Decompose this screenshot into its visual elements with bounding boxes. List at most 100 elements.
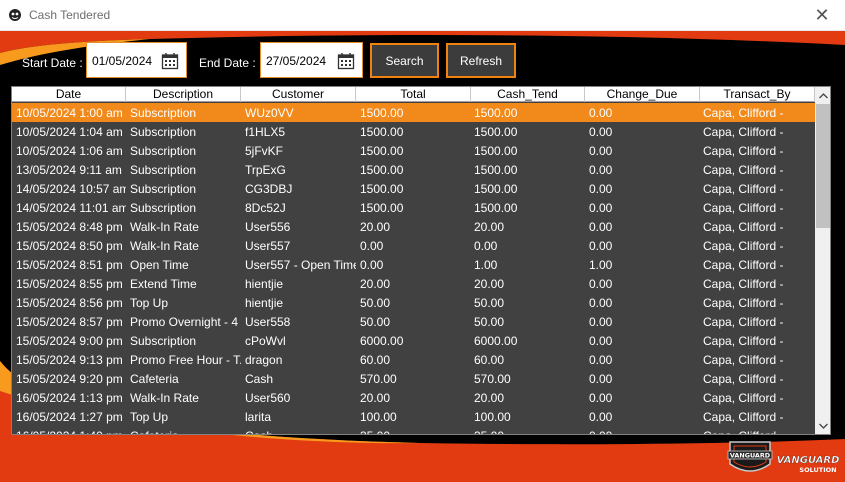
cell-total: 50.00 bbox=[360, 315, 391, 329]
calendar-icon[interactable] bbox=[337, 52, 355, 70]
cell-total: 0.00 bbox=[360, 239, 384, 253]
cell-transact-by: Capa, Clifford - bbox=[703, 391, 784, 405]
cell-customer: WUz0VV bbox=[245, 106, 294, 120]
table-row[interactable]: 16/05/2024 1:27 pm Top Up larita 100.00 100.… bbox=[12, 407, 815, 426]
cell-transact-by: Capa, Clifford - bbox=[703, 144, 784, 158]
cell-description: Subscription bbox=[130, 334, 197, 348]
cell-total: 1500.00 bbox=[360, 182, 404, 196]
grid-header: Date Description Customer Total Cash_Ten… bbox=[12, 87, 815, 102]
cell-description: Walk-In Rate bbox=[130, 239, 199, 253]
table-row[interactable]: 14/05/2024 10:57 am Subscription CG3DBJ 150… bbox=[12, 179, 815, 198]
transactions-grid[interactable]: Date Description Customer Total Cash_Ten… bbox=[11, 86, 831, 435]
close-icon: ✕ bbox=[814, 5, 830, 26]
cell-total: 0.00 bbox=[360, 258, 384, 272]
cell-transact-by: Capa, Clifford - bbox=[703, 125, 784, 139]
cell-customer: hientjie bbox=[245, 277, 284, 291]
cell-customer: hientjie bbox=[245, 296, 284, 310]
table-row[interactable]: 13/05/2024 9:11 am Subscription TrpExG 1500… bbox=[12, 160, 815, 179]
cell-transact-by: Capa, Clifford - bbox=[703, 182, 784, 196]
cell-total: 1500.00 bbox=[360, 125, 404, 139]
cell-cash-tend: 50.00 bbox=[474, 315, 505, 329]
cell-total: 20.00 bbox=[360, 391, 391, 405]
chevron-down-icon bbox=[818, 423, 828, 429]
cell-total: 1500.00 bbox=[360, 201, 404, 215]
scroll-down-button[interactable] bbox=[815, 417, 830, 434]
table-row[interactable]: 15/05/2024 9:20 pm Cafeteria Cash 570.00 570… bbox=[12, 369, 815, 388]
cell-transact-by: Capa, Clifford - bbox=[703, 410, 784, 424]
cell-description: Top Up bbox=[130, 296, 169, 310]
cell-change-due: 0.00 bbox=[589, 220, 613, 234]
cell-date: 10/05/2024 1:06 am bbox=[16, 144, 123, 158]
column-header-transact-by[interactable]: Transact_By bbox=[700, 87, 815, 102]
cell-cash-tend: 100.00 bbox=[474, 410, 511, 424]
cell-change-due: 0.00 bbox=[589, 372, 613, 386]
column-header-total[interactable]: Total bbox=[356, 87, 471, 102]
search-button[interactable]: Search bbox=[370, 43, 439, 78]
cell-transact-by: Capa, Clifford - bbox=[703, 239, 784, 253]
column-header-change-due[interactable]: Change_Due bbox=[585, 87, 700, 102]
cell-change-due: 0.00 bbox=[589, 334, 613, 348]
cell-customer: User557 - Open Time bbox=[245, 258, 356, 272]
refresh-button[interactable]: Refresh bbox=[446, 43, 516, 78]
cell-description: Promo Free Hour - T... bbox=[130, 353, 241, 367]
scrollbar-thumb[interactable] bbox=[816, 104, 830, 228]
cell-description: Subscription bbox=[130, 144, 197, 158]
cell-description: Top Up bbox=[130, 410, 169, 424]
cell-transact-by: Capa, Clifford - bbox=[703, 296, 784, 310]
cell-description: Promo Overnight - 4 ... bbox=[130, 315, 241, 329]
table-row[interactable]: 15/05/2024 8:55 pm Extend Time hientjie 20.… bbox=[12, 274, 815, 293]
cell-date: 15/05/2024 9:00 pm bbox=[16, 334, 123, 348]
table-row[interactable]: 15/05/2024 8:50 pm Walk-In Rate User557 0.0… bbox=[12, 236, 815, 255]
calendar-icon[interactable] bbox=[161, 52, 179, 70]
table-row[interactable]: 16/05/2024 1:13 pm Walk-In Rate User560 20.… bbox=[12, 388, 815, 407]
cell-description: Open Time bbox=[130, 258, 189, 272]
cell-customer: 5jFvKF bbox=[245, 144, 284, 158]
end-date-picker[interactable]: 27/05/2024 bbox=[260, 42, 363, 78]
cell-total: 50.00 bbox=[360, 296, 391, 310]
cell-transact-by: Capa, Clifford - bbox=[703, 277, 784, 291]
cell-change-due: 0.00 bbox=[589, 277, 613, 291]
vanguard-logo: VANGUARD VANGUARD SOLUTION bbox=[727, 441, 840, 474]
logo-sub-text: SOLUTION bbox=[799, 466, 836, 474]
column-header-description[interactable]: Description bbox=[126, 87, 241, 102]
table-row[interactable]: 15/05/2024 8:56 pm Top Up hientjie 50.00 50.… bbox=[12, 293, 815, 312]
table-row[interactable]: 15/05/2024 8:51 pm Open Time User557 - Ope… bbox=[12, 255, 815, 274]
column-header-customer[interactable]: Customer bbox=[241, 87, 356, 102]
cell-cash-tend: 1500.00 bbox=[474, 106, 518, 120]
cell-description: Cafeteria bbox=[130, 372, 179, 386]
table-row[interactable]: 15/05/2024 8:48 pm Walk-In Rate User556 20.… bbox=[12, 217, 815, 236]
close-button[interactable]: ✕ bbox=[799, 0, 845, 31]
table-row[interactable]: 10/05/2024 1:04 am Subscription f1HLX5 1500… bbox=[12, 122, 815, 141]
cell-total: 570.00 bbox=[360, 372, 397, 386]
table-row[interactable]: 10/05/2024 1:00 am Subscription WUz0VV 1500… bbox=[12, 103, 815, 122]
cell-date: 16/05/2024 1:40 pm bbox=[16, 429, 126, 434]
vertical-scrollbar[interactable] bbox=[815, 87, 830, 434]
table-row[interactable]: 14/05/2024 11:01 am Subscription 8Dc52J 150… bbox=[12, 198, 815, 217]
cell-transact-by: Capa, Clifford - bbox=[703, 258, 784, 272]
logo-main-text: VANGUARD bbox=[777, 455, 840, 466]
cell-change-due: 0.00 bbox=[589, 163, 613, 177]
end-date-value: 27/05/2024 bbox=[266, 54, 327, 68]
cell-total: 1500.00 bbox=[360, 144, 404, 158]
cell-cash-tend: 0.00 bbox=[474, 239, 498, 253]
cell-total: 100.00 bbox=[360, 410, 397, 424]
column-header-date[interactable]: Date bbox=[12, 87, 126, 102]
cell-date: 15/05/2024 8:56 pm bbox=[16, 296, 123, 310]
cell-customer: 8Dc52J bbox=[245, 201, 286, 215]
cell-customer: User558 bbox=[245, 315, 291, 329]
logo-badge-text: VANGUARD bbox=[730, 452, 770, 460]
cell-date: 15/05/2024 8:57 pm bbox=[16, 315, 123, 329]
table-row[interactable]: 15/05/2024 8:57 pm Promo Overnight - 4 ..… bbox=[12, 312, 815, 331]
table-row[interactable]: 16/05/2024 1:40 pm Cafeteria Cash 35.0035.0… bbox=[12, 426, 815, 434]
cell-date: 10/05/2024 1:04 am bbox=[16, 125, 123, 139]
table-row[interactable]: 10/05/2024 1:06 am Subscription 5jFvKF 1500… bbox=[12, 141, 815, 160]
window-body: Start Date : 01/05/2024 End Date : 27/05… bbox=[0, 31, 845, 482]
table-row[interactable]: 15/05/2024 9:13 pm Promo Free Hour - T...… bbox=[12, 350, 815, 369]
cell-cash-tend: 1500.00 bbox=[474, 163, 518, 177]
cell-customer: Cash bbox=[245, 372, 274, 386]
scroll-up-button[interactable] bbox=[815, 87, 830, 104]
cell-change-due: 0.00 bbox=[589, 410, 613, 424]
column-header-cash-tend[interactable]: Cash_Tend bbox=[471, 87, 585, 102]
table-row[interactable]: 15/05/2024 9:00 pm Subscription cPoWvl 6000… bbox=[12, 331, 815, 350]
start-date-picker[interactable]: 01/05/2024 bbox=[86, 42, 187, 78]
